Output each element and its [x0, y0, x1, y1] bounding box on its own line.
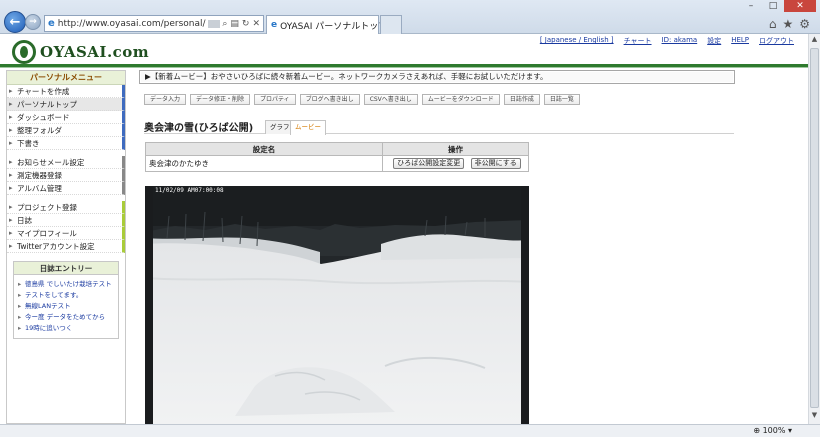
- web-page: OYASAI.com [ Japanese / English ] チャート I…: [0, 34, 808, 424]
- header-link-chart[interactable]: チャート: [624, 36, 652, 46]
- refresh-icon[interactable]: ↻: [242, 19, 250, 29]
- column-header-operation: 操作: [382, 142, 529, 156]
- data-input-button[interactable]: データ入力: [144, 94, 187, 105]
- download-movie-button[interactable]: ムービーをダウンロード: [421, 94, 500, 105]
- close-window-icon[interactable]: ✕: [784, 0, 816, 12]
- scrollbar-thumb[interactable]: [810, 48, 819, 408]
- diary-entry[interactable]: 徳島県 でしいたけ栽培テスト: [18, 279, 115, 290]
- sidebar-item-profile[interactable]: マイプロフィール: [7, 227, 125, 240]
- sidebar-item-folders[interactable]: 整理フォルダ: [7, 124, 125, 137]
- change-publish-settings-button[interactable]: ひろば公開設定変更: [393, 158, 465, 169]
- action-toolbar: データ入力 データ修正・削除 プロパティ ブログへ書き出し CSVへ書き出し ム…: [144, 94, 580, 105]
- diary-entries-box: 日誌エントリー 徳島県 でしいたけ栽培テスト テストをしてます。 無線LANテス…: [13, 261, 119, 339]
- window-controls: – □ ✕: [740, 0, 816, 12]
- news-ticker[interactable]: ▶【新着ムービー】おやさいひろばに続々新着ムービー。ネットワークカメラさえあれば…: [139, 70, 735, 84]
- zoom-level[interactable]: ⊕ 100% ▾: [753, 426, 792, 435]
- zoom-value: 100%: [762, 426, 786, 435]
- create-diary-button[interactable]: 日誌作成: [503, 94, 540, 105]
- personal-menu: パーソナルメニュー チャートを作成 パーソナルトップ ダッシュボード 整理フォル…: [6, 70, 126, 424]
- url-prefix: http://www.oyasai.com/personal/: [57, 18, 206, 29]
- sidebar-item-project[interactable]: プロジェクト登録: [7, 201, 125, 214]
- ie-tab-icon: e: [271, 20, 278, 30]
- compat-icon[interactable]: ▤: [230, 19, 239, 29]
- back-button[interactable]: ←: [4, 11, 26, 33]
- oyasai-logo-icon: [12, 40, 36, 64]
- snow-scene-image: [145, 186, 529, 424]
- address-bar[interactable]: e http://www.oyasai.com/personal/ ⌕ ▤ ↻ …: [44, 15, 264, 32]
- export-csv-button[interactable]: CSVへ書き出し: [363, 94, 418, 105]
- header-link-help[interactable]: HELP: [731, 36, 749, 46]
- browser-toolbar: ← → e http://www.oyasai.com/personal/ ⌕ …: [0, 0, 820, 34]
- sidebar-item-personal-top[interactable]: パーソナルトップ: [7, 98, 125, 111]
- diary-entry[interactable]: 今ー度 データをためてから: [18, 312, 115, 323]
- new-tab-button[interactable]: [380, 15, 402, 34]
- logo-text: OYASAI.com: [40, 43, 150, 61]
- status-bar: ⊕ 100% ▾: [0, 424, 820, 437]
- sidebar-item-diary[interactable]: 日誌: [7, 214, 125, 227]
- table-row: 奥会津のかたゆき ひろば公開設定変更 非公開にする: [145, 155, 529, 172]
- tab-movie[interactable]: ムービー: [290, 120, 326, 135]
- sidebar-item-twitter[interactable]: Twitterアカウント設定: [7, 240, 125, 253]
- data-edit-button[interactable]: データ修正・削除: [190, 94, 251, 105]
- forward-button[interactable]: →: [25, 14, 41, 30]
- export-blog-button[interactable]: ブログへ書き出し: [299, 94, 360, 105]
- menu-group-main: チャートを作成 パーソナルトップ ダッシュボード 整理フォルダ 下書き: [7, 85, 125, 150]
- maximize-icon[interactable]: □: [762, 0, 784, 12]
- page-title: 奥会津の雪(ひろば公開): [144, 123, 254, 134]
- make-private-button[interactable]: 非公開にする: [470, 158, 521, 169]
- minimize-icon[interactable]: –: [740, 0, 762, 12]
- search-icon[interactable]: ⌕: [222, 19, 227, 29]
- header-link-language[interactable]: [ Japanese / English ]: [540, 36, 614, 46]
- header-links: [ Japanese / English ] チャート ID: akama 設定…: [540, 36, 794, 46]
- arrow-left-icon: ←: [9, 14, 21, 30]
- personal-menu-title: パーソナルメニュー: [7, 71, 125, 85]
- vertical-scrollbar[interactable]: ▲ ▼: [808, 34, 820, 424]
- diary-list-button[interactable]: 日誌一覧: [543, 94, 580, 105]
- header-link-logout[interactable]: ログアウト: [759, 36, 794, 46]
- sidebar-item-drafts[interactable]: 下書き: [7, 137, 125, 150]
- home-icon[interactable]: ⌂: [769, 17, 777, 31]
- sidebar-item-device-register[interactable]: 測定機器登録: [7, 169, 125, 182]
- title-row: 奥会津の雪(ひろば公開) グラフ ムービー: [144, 114, 734, 135]
- zoom-icon: ⊕: [753, 426, 763, 435]
- stop-icon[interactable]: ✕: [252, 19, 260, 29]
- favorites-star-icon[interactable]: ★: [782, 17, 793, 31]
- header-divider-light: [0, 67, 808, 68]
- setting-name-cell: 奥会津のかたゆき: [145, 155, 383, 172]
- diary-entry[interactable]: 無線LANテスト: [18, 301, 115, 312]
- header-link-id[interactable]: ID: akama: [662, 36, 698, 46]
- sidebar-item-dashboard[interactable]: ダッシュボード: [7, 111, 125, 124]
- sidebar-item-album[interactable]: アルバム管理: [7, 182, 125, 195]
- menu-group-profile: プロジェクト登録 日誌 マイプロフィール Twitterアカウント設定: [7, 201, 125, 253]
- tab-oyasai[interactable]: e OYASAI パーソナルトップ ✕: [266, 15, 395, 34]
- ie-icon: e: [48, 18, 55, 29]
- header-link-settings[interactable]: 設定: [707, 36, 721, 46]
- arrow-right-icon: →: [29, 17, 37, 27]
- column-header-setting-name: 設定名: [145, 142, 383, 156]
- camera-timestamp: 11/02/09 AM07:00:08: [155, 187, 224, 194]
- diary-entries-title: 日誌エントリー: [14, 262, 118, 275]
- diary-entry[interactable]: 19時に追いつく: [18, 323, 115, 334]
- menu-group-devices: お知らせメール設定 測定機器登録 アルバム管理: [7, 156, 125, 195]
- camera-image[interactable]: 11/02/09 AM07:00:08: [145, 186, 529, 424]
- diary-entry[interactable]: テストをしてます。: [18, 290, 115, 301]
- tab-title: OYASAI パーソナルトップ: [280, 21, 388, 32]
- properties-button[interactable]: プロパティ: [254, 94, 296, 105]
- url-redacted: [207, 19, 221, 28]
- scroll-down-icon[interactable]: ▼: [809, 411, 820, 423]
- scroll-up-icon[interactable]: ▲: [809, 35, 820, 47]
- gear-icon[interactable]: ⚙: [799, 17, 810, 31]
- site-logo[interactable]: OYASAI.com: [12, 40, 149, 64]
- sidebar-item-create-chart[interactable]: チャートを作成: [7, 85, 125, 98]
- operation-cell: ひろば公開設定変更 非公開にする: [382, 155, 529, 172]
- sidebar-item-mail-settings[interactable]: お知らせメール設定: [7, 156, 125, 169]
- publish-settings-table: 設定名 操作 奥会津のかたゆき ひろば公開設定変更 非公開にする: [145, 142, 529, 172]
- address-tools: ⌕ ▤ ↻ ✕: [222, 19, 263, 29]
- browser-tools: ⌂ ★ ⚙: [769, 17, 810, 31]
